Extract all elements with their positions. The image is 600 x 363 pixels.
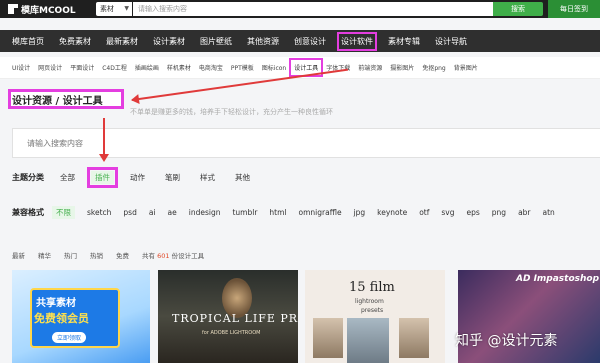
format-png[interactable]: png — [488, 207, 510, 218]
subnav-ppt[interactable]: PPT模板 — [231, 63, 254, 72]
topic-all[interactable]: 全部 — [56, 171, 79, 184]
card-subtitle: for ADOBE LIGHTROOM — [202, 330, 261, 336]
format-omnigraffle[interactable]: omnigraffle — [295, 207, 346, 218]
topic-filter-label: 主题分类 — [12, 172, 44, 182]
nav-design-assets[interactable]: 设计素材 — [153, 36, 185, 47]
watermark: 知乎 @设计元素 — [455, 333, 558, 349]
caret-down-icon: ▼ — [124, 5, 129, 12]
topic-actions[interactable]: 动作 — [126, 171, 149, 184]
result-count-number: 601 — [157, 252, 170, 260]
nav-free[interactable]: 免费素材 — [59, 36, 91, 47]
subnav-photo[interactable]: 摄影图片 — [390, 63, 414, 72]
site-logo[interactable]: 模库MCOOL — [8, 2, 76, 16]
nav-wallpaper[interactable]: 图片壁纸 — [200, 36, 232, 47]
main-nav: 模库首页 免费素材 最新素材 设计素材 图片壁纸 其他资源 创意设计 设计软件 … — [0, 30, 600, 52]
format-atn[interactable]: atn — [539, 207, 559, 218]
topic-brushes[interactable]: 笔刷 — [161, 171, 184, 184]
result-count: 共有 601 份设计工具 — [142, 250, 204, 260]
format-otf[interactable]: otf — [415, 207, 433, 218]
card-photo — [347, 318, 389, 363]
sort-popular[interactable]: 热门 — [64, 250, 77, 260]
resource-card[interactable]: 共享素材 免费领会员 立即领取 — [12, 270, 150, 363]
category-select[interactable]: 素材 ▼ — [96, 2, 132, 16]
annotation-arrow-down — [99, 118, 109, 162]
subnav-web[interactable]: 网页设计 — [38, 63, 62, 72]
resource-card[interactable]: TROPICAL LIFE PRESETS for ADOBE LIGHTROO… — [158, 270, 298, 363]
sort-latest[interactable]: 最新 — [12, 250, 25, 260]
format-indesign[interactable]: indesign — [185, 207, 225, 218]
logo-text: 模库MCOOL — [21, 5, 76, 16]
subnav-c4d[interactable]: C4D工程 — [102, 63, 127, 72]
sort-featured[interactable]: 精华 — [38, 250, 51, 260]
nav-design-software[interactable]: 设计软件 — [337, 31, 377, 51]
promo-claim-button[interactable]: 立即领取 — [52, 332, 87, 343]
format-eps[interactable]: eps — [462, 207, 483, 218]
promo-line2: 免费领会员 — [34, 312, 89, 325]
format-jpg[interactable]: jpg — [350, 207, 370, 218]
subnav-icon[interactable]: 图标icon — [262, 63, 286, 72]
card-title: AD Impastoshop — [516, 274, 600, 284]
nav-home[interactable]: 模库首页 — [12, 36, 44, 47]
logo-icon — [8, 4, 18, 14]
top-bar: 模库MCOOL 素材 ▼ 搜索 每日签到 — [0, 0, 600, 18]
page-title: 设计资源 / 设计工具 — [12, 96, 103, 107]
subnav-ecommerce[interactable]: 电商淘宝 — [199, 63, 223, 72]
sort-free[interactable]: 免费 — [116, 250, 129, 260]
search-button[interactable]: 搜索 — [493, 2, 543, 16]
result-count-suffix: 份设计工具 — [171, 252, 205, 260]
card-photo — [313, 318, 343, 358]
page-subtitle: 不单单是赚更多的钱，培养手下轻松设计，充分产生一种良性循环 — [130, 108, 333, 116]
subnav-ui[interactable]: UI设计 — [12, 63, 30, 72]
subnav-graphic[interactable]: 平面设计 — [70, 63, 94, 72]
card-subtitle: lightroom — [355, 298, 384, 305]
format-any[interactable]: 不限 — [52, 205, 75, 219]
promo-line1: 共享素材 — [36, 298, 76, 309]
topic-plugins[interactable]: 插件 — [87, 166, 118, 188]
format-tumblr[interactable]: tumblr — [228, 207, 261, 218]
subnav-mockup[interactable]: 样机素材 — [167, 63, 191, 72]
format-psd[interactable]: psd — [119, 207, 140, 218]
nav-albums[interactable]: 素材专辑 — [388, 36, 420, 47]
nav-latest[interactable]: 最新素材 — [106, 36, 138, 47]
format-ae[interactable]: ae — [164, 207, 181, 218]
subnav-design-tools[interactable]: 设计工具 — [289, 58, 324, 77]
card-title: 15 film — [349, 280, 395, 295]
card-subtitle-2: presets — [361, 307, 384, 314]
topic-filter: 主题分类 全部 插件 动作 笔刷 样式 其他 — [12, 166, 266, 188]
topic-styles[interactable]: 样式 — [196, 171, 219, 184]
format-sketch[interactable]: sketch — [83, 207, 115, 218]
format-ai[interactable]: ai — [145, 207, 160, 218]
top-search-input[interactable] — [133, 2, 493, 16]
nav-other[interactable]: 其他资源 — [247, 36, 279, 47]
subnav-frontend[interactable]: 前端资源 — [358, 63, 382, 72]
format-keynote[interactable]: keynote — [373, 207, 411, 218]
card-photo — [399, 318, 429, 358]
topic-other[interactable]: 其他 — [231, 171, 254, 184]
subnav-png[interactable]: 免抠png — [422, 63, 445, 72]
format-abr[interactable]: abr — [514, 207, 534, 218]
nav-design-nav[interactable]: 设计导航 — [435, 36, 467, 47]
nav-creative[interactable]: 创意设计 — [294, 36, 326, 47]
format-filter: 兼容格式 不限 sketch psd ai ae indesign tumblr… — [12, 205, 559, 219]
format-filter-label: 兼容格式 — [12, 207, 44, 217]
format-html[interactable]: html — [265, 207, 290, 218]
sort-bar: 最新 精华 热门 热销 免费 共有 601 份设计工具 — [12, 249, 204, 261]
category-select-value: 素材 — [100, 5, 114, 13]
result-count-prefix: 共有 — [142, 252, 155, 260]
resource-card[interactable]: 15 film lightroom presets — [305, 270, 445, 363]
sort-bestselling[interactable]: 热销 — [90, 250, 103, 260]
format-svg[interactable]: svg — [437, 207, 458, 218]
daily-checkin-button[interactable]: 每日签到 — [548, 0, 600, 18]
subnav-illustration[interactable]: 插画绘画 — [135, 63, 159, 72]
card-title: TROPICAL LIFE PRESETS — [172, 312, 298, 325]
subnav-backgrounds[interactable]: 背景图片 — [454, 63, 478, 72]
